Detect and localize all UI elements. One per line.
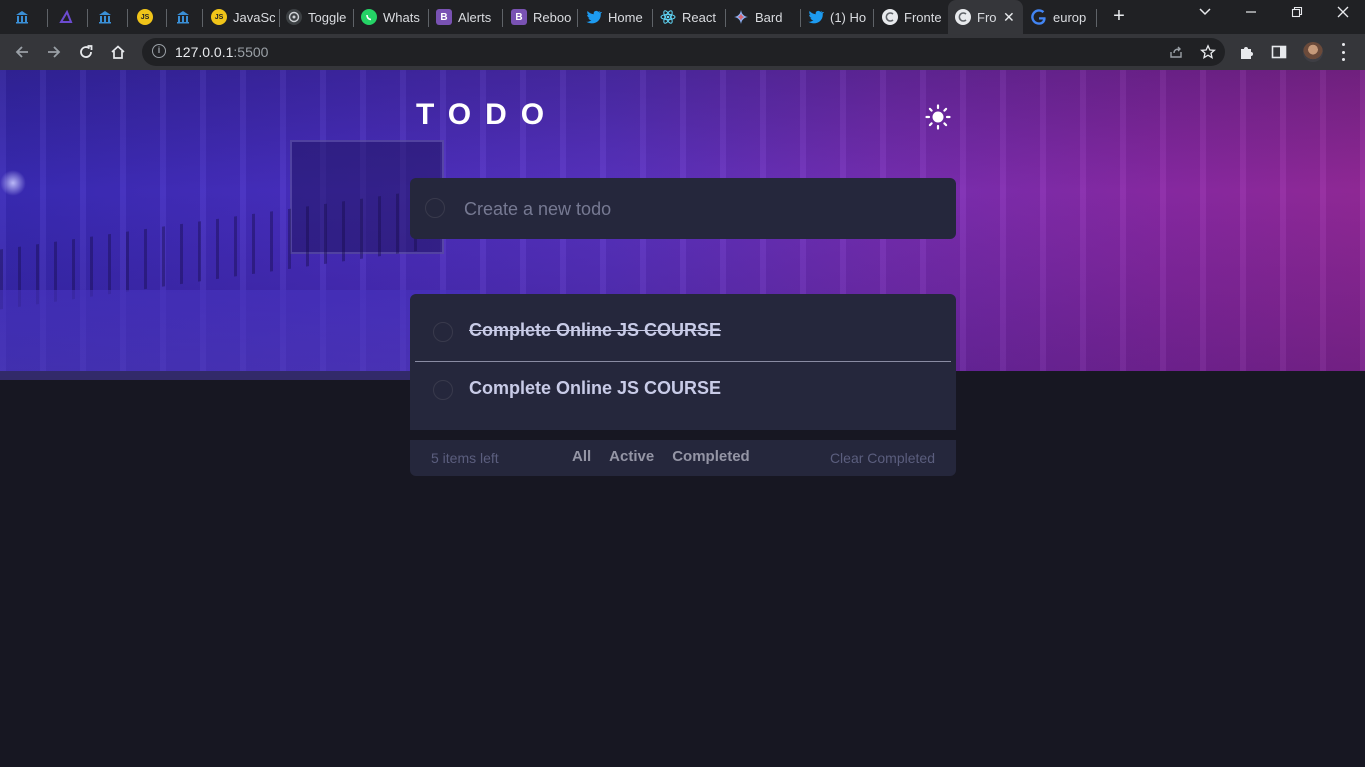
whatsapp-icon — [361, 9, 377, 25]
browser-tab-strip: JS JS JavaSc Toggle Whats B Alerts B Reb… — [0, 0, 1365, 34]
tab-title: europ — [1053, 9, 1087, 25]
restore-icon[interactable] — [1285, 5, 1309, 22]
tab-title: (1) Ho — [830, 9, 867, 25]
tab-title: Home — [608, 9, 643, 25]
url-port: :5500 — [233, 44, 269, 60]
minimize-icon[interactable] — [1239, 5, 1263, 22]
browser-tab-google[interactable]: europ — [1031, 4, 1093, 30]
browser-tab[interactable] — [58, 4, 84, 30]
browser-tab-react[interactable]: React — [660, 4, 720, 30]
menu-more-icon[interactable] — [1336, 43, 1350, 61]
address-bar[interactable]: i 127.0.0.1:5500 — [142, 38, 1225, 66]
twitter-icon — [808, 9, 824, 25]
filter-completed-button[interactable]: Completed — [672, 448, 750, 465]
frontend-icon — [955, 9, 971, 25]
home-icon[interactable] — [107, 41, 129, 63]
todo-item[interactable]: Complete Online JS COURSE — [410, 352, 956, 410]
react-icon — [660, 9, 676, 25]
browser-tab-toggle[interactable]: Toggle — [286, 4, 348, 30]
url-host: 127.0.0.1 — [175, 44, 234, 60]
app-title: TODO — [416, 98, 559, 131]
browser-toolbar: i 127.0.0.1:5500 — [0, 34, 1365, 70]
google-icon — [1031, 9, 1047, 25]
chatgpt-icon — [286, 9, 302, 25]
tab-title: Alerts — [458, 9, 492, 25]
todo-text: Complete Online JS COURSE — [469, 320, 722, 340]
browser-tab-twitter[interactable]: (1) Ho — [808, 4, 868, 30]
js-icon: JS — [137, 9, 153, 25]
new-tab-button[interactable]: + — [1109, 5, 1129, 29]
bard-icon — [733, 9, 749, 25]
forward-arrow-icon[interactable] — [43, 41, 65, 63]
profile-avatar[interactable] — [1303, 42, 1323, 62]
todo-check-circle[interactable] — [433, 322, 453, 342]
tab-title: Toggle — [308, 9, 347, 25]
todo-check-circle[interactable] — [433, 380, 453, 400]
azure-icon — [58, 9, 74, 25]
tab-title: Fronte — [904, 9, 942, 25]
tab-title: React — [682, 9, 716, 25]
frontend-icon — [882, 9, 898, 25]
bootstrap-icon: B — [436, 9, 452, 25]
info-icon[interactable]: i — [152, 44, 166, 58]
tab-title: Reboo — [533, 9, 571, 25]
browser-tab-frontend[interactable]: Fronte — [882, 4, 942, 30]
filter-all-button[interactable]: All — [572, 448, 591, 465]
todo-item-completed[interactable]: Complete Online JS COURSE — [410, 294, 956, 352]
tab-title: Fro — [977, 9, 997, 25]
browser-tab-bard[interactable]: Bard — [733, 4, 795, 30]
todo-app-page: TODO Complete Online JS COURSE — [0, 70, 1365, 767]
browser-tab-home[interactable]: Home — [586, 4, 646, 30]
browser-tab-javascript[interactable]: JS JavaSc — [211, 4, 275, 30]
bootstrap-icon: B — [511, 9, 527, 25]
bank-icon — [14, 9, 30, 25]
todo-footer: 5 items left All Active Completed Clear … — [410, 440, 956, 476]
js-icon: JS — [211, 9, 227, 25]
tab-title: Bard — [755, 9, 783, 25]
filter-active-button[interactable]: Active — [609, 448, 654, 465]
browser-tab[interactable] — [175, 4, 201, 30]
sun-icon[interactable] — [924, 103, 952, 131]
items-left-count: 5 items left — [431, 450, 499, 466]
browser-tab[interactable] — [97, 4, 123, 30]
browser-tab-reboot[interactable]: B Reboo — [511, 4, 571, 30]
twitter-icon — [586, 9, 602, 25]
tab-title: JavaSc — [233, 9, 275, 25]
browser-tab[interactable] — [14, 4, 40, 30]
address-url: 127.0.0.1:5500 — [175, 44, 268, 60]
close-icon[interactable]: ✕ — [1003, 9, 1015, 26]
reload-icon[interactable] — [75, 41, 97, 63]
share-icon[interactable] — [1168, 44, 1184, 60]
browser-tab-active[interactable]: Fro ✕ — [948, 0, 1023, 34]
tab-title: Whats — [383, 9, 420, 25]
bookmark-star-icon[interactable] — [1200, 44, 1216, 60]
todo-text: Complete Online JS COURSE — [469, 378, 722, 398]
extensions-puzzle-icon[interactable] — [1238, 43, 1256, 61]
bank-icon — [97, 9, 113, 25]
browser-tab[interactable]: JS — [137, 4, 163, 30]
close-window-icon[interactable] — [1331, 5, 1355, 22]
filter-group: All Active Completed — [572, 448, 750, 465]
back-arrow-icon[interactable] — [11, 41, 33, 63]
todo-list: Complete Online JS COURSE Complete Onlin… — [410, 294, 956, 430]
new-todo-check-circle[interactable] — [425, 198, 445, 218]
browser-tab-whatsapp[interactable]: Whats — [361, 4, 423, 30]
new-todo-card — [410, 178, 956, 239]
new-todo-input[interactable] — [462, 194, 936, 224]
side-panel-icon[interactable] — [1270, 43, 1288, 61]
browser-tab-alerts[interactable]: B Alerts — [436, 4, 496, 30]
clear-completed-button[interactable]: Clear Completed — [830, 450, 935, 466]
tab-search-chevron-icon[interactable] — [1193, 5, 1217, 22]
bank-icon — [175, 9, 191, 25]
